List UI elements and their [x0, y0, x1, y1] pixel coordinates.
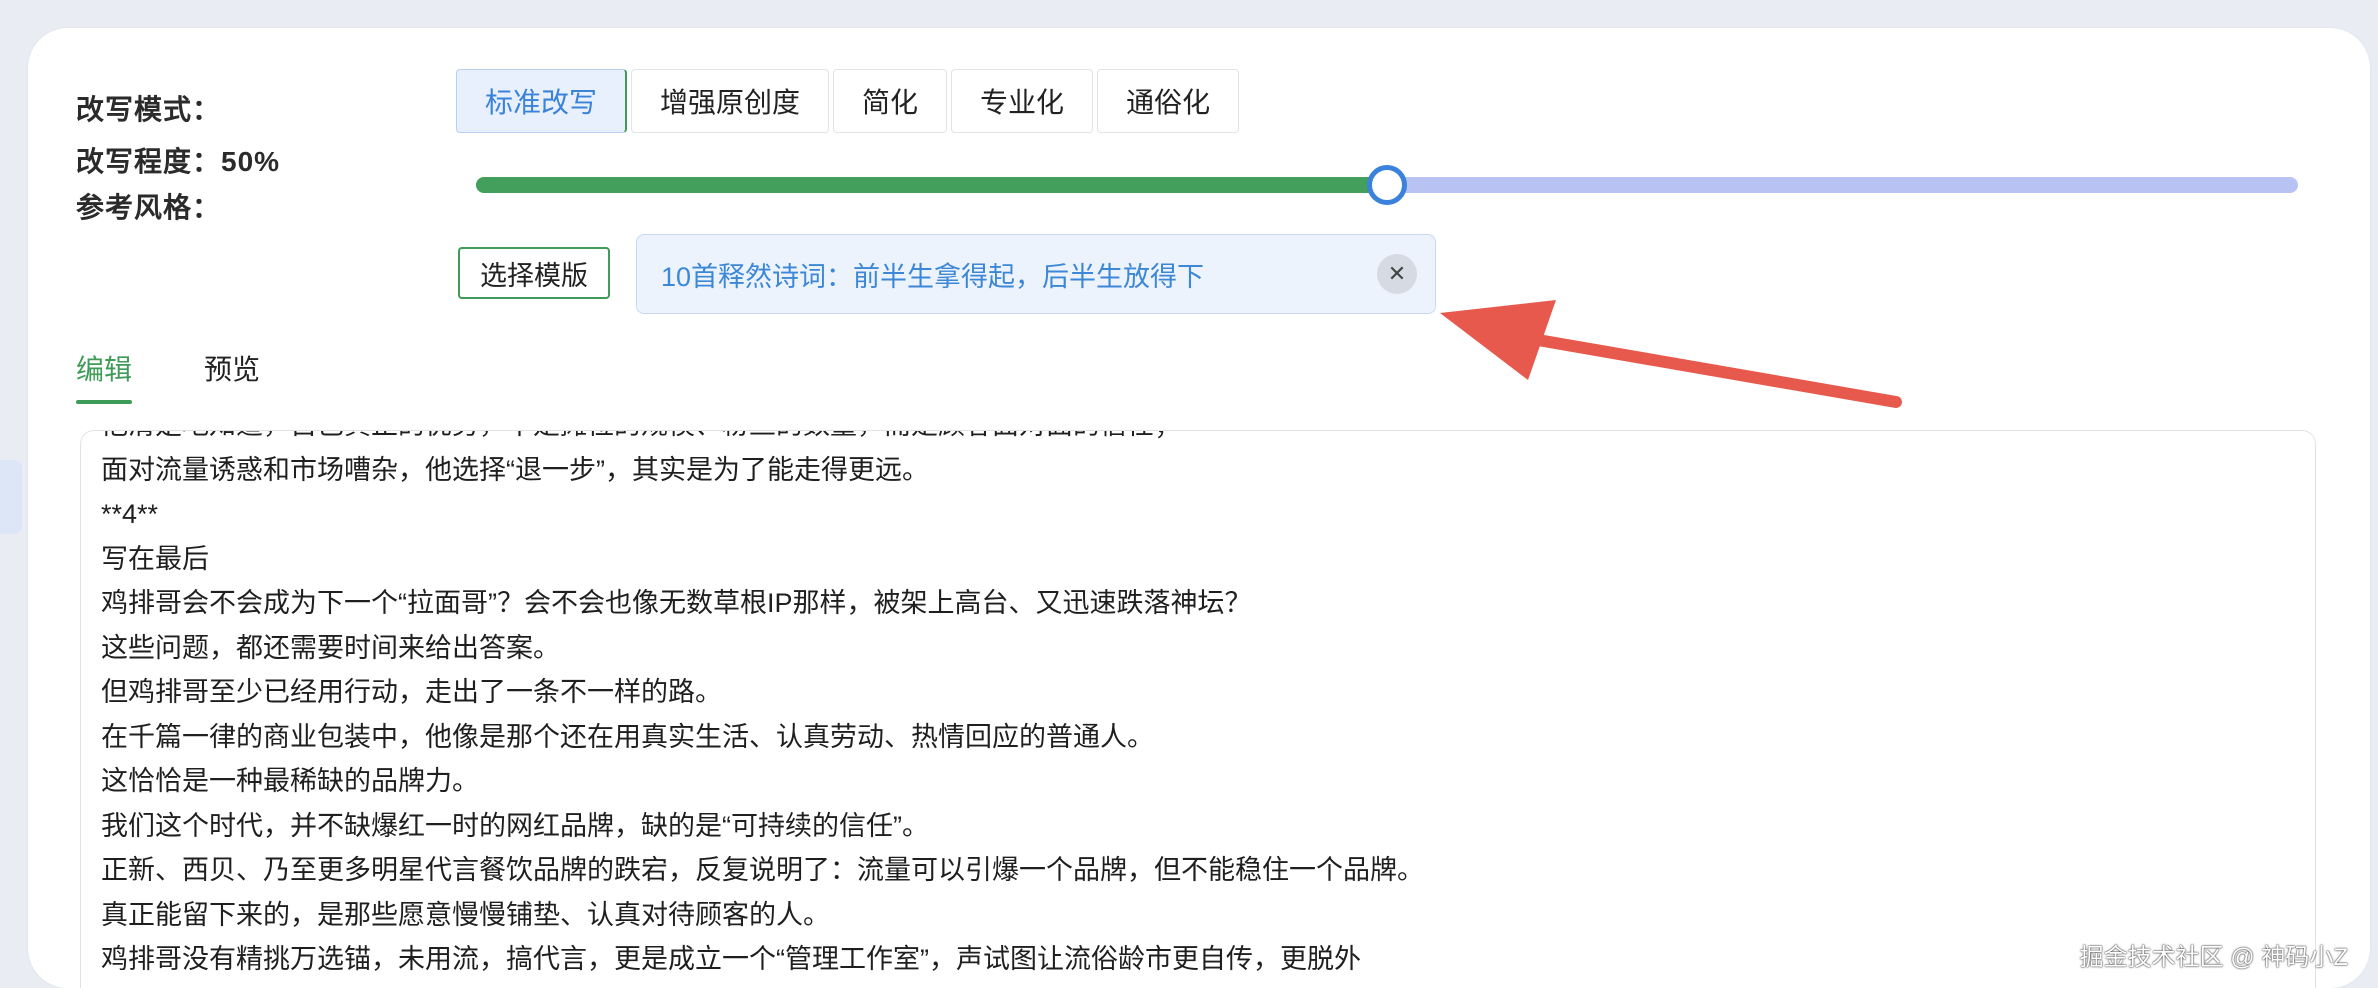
rewrite-mode-group: 标准改写 增强原创度 简化 专业化 通俗化 [456, 69, 1240, 133]
mode-button-originality[interactable]: 增强原创度 [631, 69, 830, 133]
editor-line: 这些问题，都还需要时间来给出答案。 [101, 632, 560, 663]
annotation-arrow-icon [1440, 300, 1902, 408]
editor-line: 但鸡排哥至少已经用行动，走出了一条不一样的路。 [101, 677, 722, 707]
editor-line: **4** [101, 499, 159, 529]
editor-line: 正新、西贝、乃至更多明星代言餐饮品牌的跌宕，反复说明了：流量可以引爆一个品牌，但… [101, 855, 1424, 885]
editor-line: 鸡排哥会不会成为下一个“拉面哥”？会不会也像无数草根IP那样，被架上高台、又迅速… [101, 588, 1252, 618]
rewrite-mode-label: 改写模式： [76, 94, 222, 125]
tab-edit[interactable]: 编辑 [76, 348, 133, 404]
selected-template-tag: 10首释然诗词：前半生拿得起，后半生放得下 ✕ [636, 234, 1436, 314]
select-template-button[interactable]: 选择模版 [458, 247, 610, 299]
rewrite-panel: 改写模式： 标准改写 增强原创度 简化 专业化 通俗化 改写程度：50% 参考风… [28, 28, 2370, 988]
mode-button-simplify[interactable]: 简化 [833, 69, 948, 133]
editor-line: 我们这个时代，并不缺爆红一时的网红品牌，缺的是“可持续的信任”。 [101, 810, 929, 841]
watermark: 掘金技术社区 @ 神码小Z [2079, 944, 2348, 971]
editor-line: 真正能留下来的，是那些愿意慢慢铺垫、认真对待顾客的人。 [101, 899, 830, 930]
editor-line: 面对流量诱惑和市场嘈杂，他选择“退一步”，其实是为了能走得更远。 [101, 454, 929, 485]
mode-button-professional[interactable]: 专业化 [951, 69, 1094, 133]
mode-button-standard[interactable]: 标准改写 [456, 69, 628, 133]
editor-line: 鸡排哥没有精挑万选锚，未用流，搞代言，更是成立一个“管理工作室”，声试图让流俗龄… [101, 944, 1361, 974]
rewrite-degree-label: 改写程度：50% [76, 146, 281, 177]
slider-thumb[interactable] [1367, 165, 1407, 205]
mode-button-popular[interactable]: 通俗化 [1097, 69, 1240, 133]
reference-style-label: 参考风格： [76, 192, 222, 223]
editor-line: 在千篇一律的商业包装中，他像是那个还在用真实生活、认真劳动、热情回应的普通人。 [101, 721, 1154, 752]
selected-template-text: 10首释然诗词：前半生拿得起，后半生放得下 [661, 261, 1205, 292]
editor-tabs: 编辑 预览 [76, 348, 260, 404]
slider-fill [476, 177, 1387, 193]
editor-line: 写在最后 [101, 543, 209, 574]
close-icon[interactable]: ✕ [1377, 254, 1417, 294]
text-editor[interactable]: 他清楚地知道，自己真正的优势，不是摊位的规模、粉丝的数量，而是顾客面对面的信任；… [80, 430, 2316, 988]
side-drawer-tab[interactable] [0, 460, 22, 534]
editor-line: 这恰恰是一种最稀缺的品牌力。 [101, 766, 479, 796]
tab-preview[interactable]: 预览 [204, 348, 260, 404]
editor-content: 他清楚地知道，自己真正的优势，不是摊位的规模、粉丝的数量，而是顾客面对面的信任；… [101, 431, 1424, 982]
editor-line: 他清楚地知道，自己真正的优势，不是摊位的规模、粉丝的数量，而是顾客面对面的信任； [101, 431, 1424, 448]
